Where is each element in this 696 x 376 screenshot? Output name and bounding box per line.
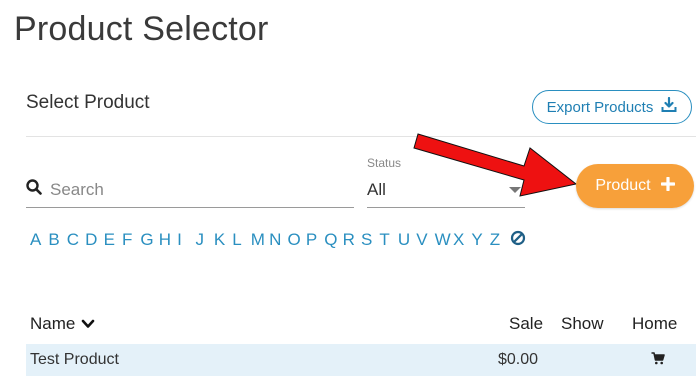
alpha-letter-w[interactable]: W [435,230,453,251]
alpha-letter-y[interactable]: Y [471,230,489,251]
alpha-letter-v[interactable]: V [416,230,434,251]
alpha-letter-r[interactable]: R [343,230,361,251]
name-column-header[interactable]: Name [30,314,95,334]
no-filter-icon[interactable] [510,230,528,251]
alpha-letter-d[interactable]: D [85,230,103,251]
alpha-letter-e[interactable]: E [104,230,122,251]
alpha-letter-p[interactable]: P [306,230,324,251]
red-arrow-annotation [413,133,578,197]
alpha-letter-j[interactable]: J [196,230,214,251]
page-title: Product Selector [14,10,269,48]
alpha-letter-f[interactable]: F [122,230,140,251]
alpha-letter-i[interactable]: I [177,230,195,251]
alpha-letter-q[interactable]: Q [324,230,342,251]
alpha-letter-u[interactable]: U [398,230,416,251]
alpha-letter-h[interactable]: H [159,230,177,251]
section-divider [26,136,696,137]
alpha-letter-a[interactable]: A [30,230,48,251]
alpha-letter-c[interactable]: C [67,230,85,251]
status-selected-value: All [367,179,386,199]
section-title: Select Product [26,92,150,113]
alpha-letter-g[interactable]: G [140,230,158,251]
alpha-letter-m[interactable]: M [251,230,269,251]
alpha-letter-x[interactable]: X [453,230,471,251]
product-name-cell[interactable]: Test Product [30,351,119,369]
search-icon [26,179,42,200]
add-product-button[interactable]: Product [576,164,694,208]
alpha-letter-l[interactable]: L [232,230,250,251]
alpha-letter-z[interactable]: Z [490,230,508,251]
search-input[interactable] [50,179,340,200]
alpha-letter-t[interactable]: T [379,230,397,251]
alphabet-filter: A B C D E F G H I J K L M N O P Q R S T … [30,230,529,251]
export-products-label: Export Products [546,98,654,116]
status-label: Status [367,156,402,170]
table-row[interactable]: Test Product $0.00 [26,344,696,376]
show-column-header[interactable]: Show [561,314,604,334]
chevron-down-icon [81,314,95,334]
plus-icon [659,175,676,196]
search-field[interactable] [26,172,354,208]
alpha-letter-b[interactable]: B [48,230,66,251]
cart-icon[interactable] [651,352,665,370]
table-header: Name Sale Show Home [26,312,696,340]
alpha-letter-k[interactable]: K [214,230,232,251]
download-icon [661,96,677,117]
product-sale-cell: $0.00 [498,351,539,368]
sale-column-header[interactable]: Sale [509,314,543,334]
name-header-label: Name [30,314,76,333]
alpha-letter-n[interactable]: N [269,230,287,251]
alpha-letter-o[interactable]: O [287,230,305,251]
add-product-label: Product [595,177,651,194]
home-column-header[interactable]: Home [632,314,677,334]
alpha-letter-s[interactable]: S [361,230,379,251]
